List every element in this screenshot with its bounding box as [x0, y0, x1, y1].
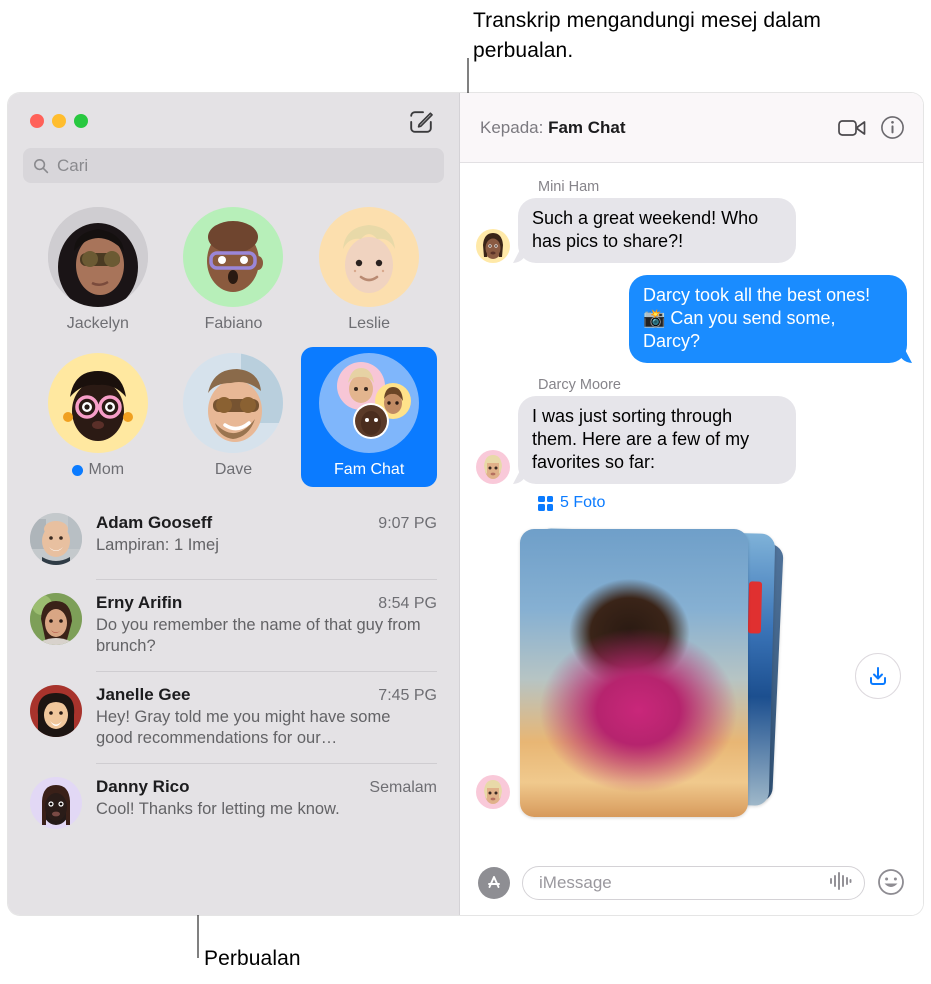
message-composer: iMessage — [460, 851, 923, 915]
chat-title: Fam Chat — [548, 117, 626, 137]
avatar — [476, 450, 510, 484]
conversation-name: Danny Rico — [96, 777, 190, 796]
conversation-name: Adam Gooseff — [96, 513, 213, 532]
conversation-preview: Do you remember the name of that guy fro… — [96, 616, 421, 655]
avatar — [30, 777, 82, 829]
avatar — [183, 207, 284, 307]
photo-count-label: 5 Foto — [560, 494, 606, 511]
avatar — [476, 775, 510, 809]
photo-detail — [747, 581, 763, 634]
callout-top-text: Transkrip mengandungi mesej dalam perbua… — [473, 9, 822, 62]
conversation-preview: Lampiran: 1 Imej — [96, 536, 219, 554]
message-row-outgoing: Darcy took all the best ones! 📸 Can you … — [476, 275, 907, 363]
traffic-lights — [30, 114, 88, 128]
pinned-item-label: Jackelyn — [66, 315, 129, 332]
message-thread: Mini Ham Such a great weekend! Who has p… — [460, 163, 923, 851]
zoom-button[interactable] — [74, 114, 88, 128]
pinned-item-jackelyn[interactable]: Jackelyn — [30, 201, 166, 341]
search-container: Cari — [8, 148, 459, 183]
screenshot-root: Transkrip mengandungi mesej dalam perbua… — [0, 0, 931, 984]
pinned-item-fabiano[interactable]: Fabiano — [166, 201, 302, 341]
photo-attachment-label[interactable]: 5 Foto — [538, 494, 907, 512]
conversation-time: Semalam — [369, 779, 437, 796]
photo-grid-icon — [538, 495, 553, 511]
message-row-incoming: Such a great weekend! Who has pics to sh… — [476, 198, 907, 263]
info-icon[interactable] — [877, 113, 907, 143]
chat-pane: Kepada: Fam Chat Mini Ham Such a great w… — [459, 93, 923, 915]
conversation-preview: Hey! Gray told me you might have some go… — [96, 708, 391, 747]
search-placeholder: Cari — [57, 155, 89, 175]
search-icon — [33, 158, 49, 173]
avatar — [47, 353, 148, 453]
conversation-body: Danny Rico Semalam Cool! Thanks for lett… — [96, 777, 437, 829]
conversation-time: 8:54 PG — [378, 595, 437, 612]
pinned-conversations: Jackelyn Fabiano Leslie Mom Dave Fam Cha… — [8, 183, 459, 493]
close-button[interactable] — [30, 114, 44, 128]
chat-to-label: Kepada: — [480, 117, 544, 137]
pinned-item-fam-chat[interactable]: Fam Chat — [301, 347, 437, 487]
conversation-list: Adam Gooseff 9:07 PG Lampiran: 1 Imej Er… — [8, 493, 459, 915]
chat-recipient: Kepada: Fam Chat — [480, 118, 626, 138]
message-sender-name: Darcy Moore — [538, 377, 621, 393]
sidebar-titlebar — [8, 93, 459, 148]
pinned-item-label: Fabiano — [204, 315, 263, 332]
messages-window: Cari Jackelyn Fabiano Leslie Mom Dave Fa… — [8, 93, 923, 915]
message-bubble: I was just sorting through them. Here ar… — [518, 396, 796, 484]
sidebar: Cari Jackelyn Fabiano Leslie Mom Dave Fa… — [8, 93, 459, 915]
avatar — [319, 207, 420, 307]
message-sender-name: Mini Ham — [538, 179, 600, 195]
chat-header: Kepada: Fam Chat — [460, 93, 923, 163]
message-input[interactable]: iMessage — [522, 866, 865, 900]
conversation-name: Janelle Gee — [96, 685, 191, 704]
avatar — [183, 353, 284, 453]
conversation-body: Adam Gooseff 9:07 PG Lampiran: 1 Imej — [96, 513, 437, 565]
avatar — [476, 229, 510, 263]
conversation-name: Erny Arifin — [96, 593, 183, 612]
conversation-row[interactable]: Janelle Gee 7:45 PG Hey! Gray told me yo… — [8, 671, 459, 763]
conversation-preview: Cool! Thanks for letting me know. — [96, 800, 340, 818]
conversation-row[interactable]: Adam Gooseff 9:07 PG Lampiran: 1 Imej — [8, 499, 459, 579]
avatar — [30, 513, 82, 565]
conversation-row[interactable]: Erny Arifin 8:54 PG Do you remember the … — [8, 579, 459, 671]
message-bubble: Darcy took all the best ones! 📸 Can you … — [629, 275, 907, 363]
pinned-item-label: Leslie — [348, 315, 391, 332]
message-placeholder: iMessage — [539, 873, 612, 892]
message-row-incoming: I was just sorting through them. Here ar… — [476, 396, 907, 484]
photo-attachment-row — [476, 517, 907, 817]
search-input[interactable]: Cari — [23, 148, 444, 183]
avatar — [47, 207, 148, 307]
pinned-item-leslie[interactable]: Leslie — [301, 201, 437, 341]
conversation-body: Janelle Gee 7:45 PG Hey! Gray told me yo… — [96, 685, 437, 749]
app-store-icon[interactable] — [478, 867, 510, 899]
conversation-time: 7:45 PG — [378, 687, 437, 704]
avatar — [30, 593, 82, 645]
photo-thumbnail-front[interactable] — [520, 529, 748, 817]
download-button[interactable] — [855, 653, 901, 699]
pinned-item-label: Fam Chat — [334, 461, 405, 478]
conversation-time: 9:07 PG — [378, 515, 437, 532]
pinned-item-label: Dave — [214, 461, 253, 478]
unread-indicator — [71, 464, 83, 476]
minimize-button[interactable] — [52, 114, 66, 128]
group-avatar — [319, 353, 420, 453]
pinned-item-dave[interactable]: Dave — [166, 347, 302, 487]
photo-stack[interactable] — [520, 517, 810, 817]
compose-icon[interactable] — [408, 109, 434, 135]
message-bubble: Such a great weekend! Who has pics to sh… — [518, 198, 796, 263]
pinned-item-mom[interactable]: Mom — [30, 347, 166, 487]
callout-bottom-text: Perbualan — [204, 947, 301, 970]
smiley-face-icon[interactable] — [877, 868, 907, 898]
video-camera-icon[interactable] — [837, 113, 867, 143]
pinned-item-label: Mom — [71, 461, 124, 479]
avatar — [30, 685, 82, 737]
conversation-row[interactable]: Danny Rico Semalam Cool! Thanks for lett… — [8, 763, 459, 843]
conversation-body: Erny Arifin 8:54 PG Do you remember the … — [96, 593, 437, 657]
audio-waveform-icon[interactable] — [828, 871, 852, 896]
